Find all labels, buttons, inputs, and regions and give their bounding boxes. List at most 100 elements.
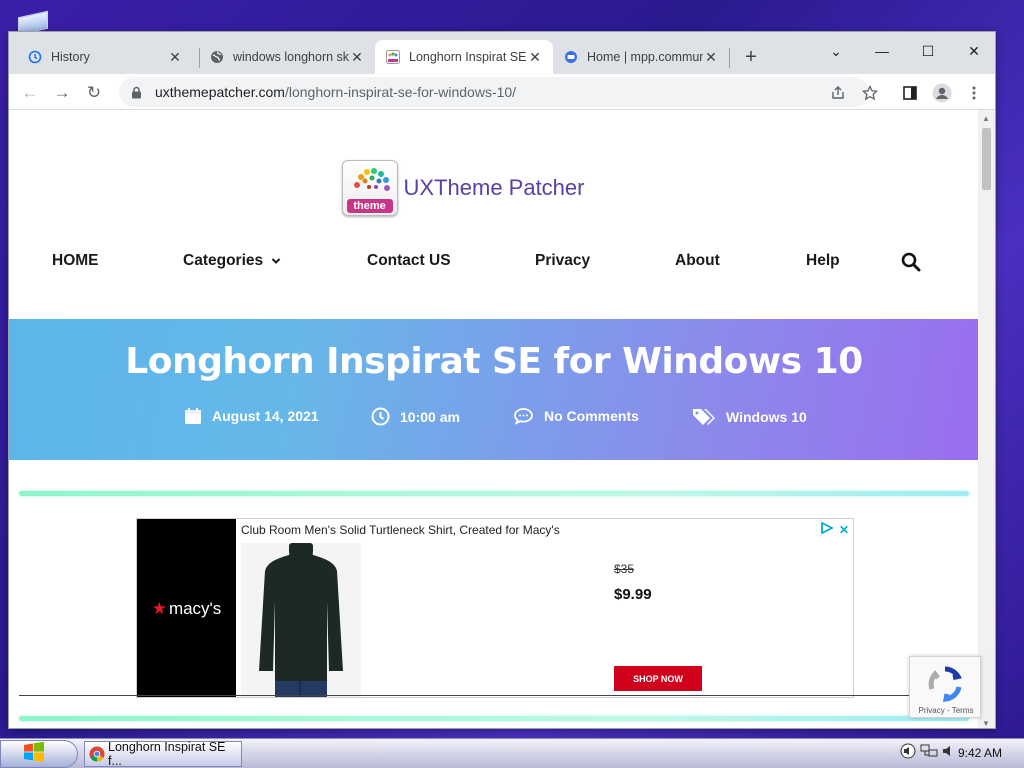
post-time: 10:00 am <box>371 407 460 426</box>
nav-privacy[interactable]: Privacy <box>535 252 590 270</box>
volume-icon[interactable] <box>900 743 916 762</box>
back-button[interactable]: ← <box>17 80 43 106</box>
main-navigation: HOME Categories Contact US Privacy About… <box>9 252 979 276</box>
nav-categories-label: Categories <box>183 252 264 269</box>
tab-close-icon[interactable]: ✕ <box>703 49 719 66</box>
post-category-text[interactable]: Windows 10 <box>726 409 807 425</box>
adchoices-icon[interactable] <box>821 521 834 539</box>
ad-title[interactable]: Club Room Men's Solid Turtleneck Shirt, … <box>241 523 560 537</box>
tab-separator <box>729 48 730 68</box>
ad-brand-text: macy's <box>168 599 222 618</box>
windows-logo-icon <box>23 741 45 767</box>
nav-home[interactable]: HOME <box>52 252 99 270</box>
chevron-down-icon <box>271 253 281 268</box>
side-panel-icon[interactable] <box>899 82 921 104</box>
page-scrollbar[interactable]: ▲ ▼ <box>978 110 995 728</box>
search-icon[interactable] <box>901 252 921 277</box>
scroll-down-icon[interactable]: ▼ <box>982 719 990 728</box>
web-page: theme UXTheme Patcher HOME Categories Co… <box>9 110 979 728</box>
macys-logo[interactable]: ★ macy's <box>137 519 236 697</box>
minimize-button[interactable]: — <box>859 38 905 64</box>
new-tab-button[interactable]: + <box>737 44 765 72</box>
macys-star-icon: ★ <box>151 599 167 618</box>
tab-close-icon[interactable]: ✕ <box>349 49 365 66</box>
recaptcha-links[interactable]: Privacy - Terms <box>910 706 982 715</box>
address-bar[interactable]: uxthemepatcher.com/longhorn-inspirat-se-… <box>119 77 869 107</box>
browser-toolbar: ← → ↻ uxthemepatcher.com/longhorn-inspir… <box>9 74 995 110</box>
close-window-button[interactable]: ✕ <box>951 38 995 64</box>
tab-mpp-community[interactable]: Home | mpp.commun ✕ <box>553 40 729 74</box>
clock-icon <box>371 407 390 426</box>
recaptcha-icon <box>926 665 964 708</box>
post-header: Longhorn Inspirat SE for Windows 10 Augu… <box>9 319 979 460</box>
tab-close-icon[interactable]: ✕ <box>527 49 543 66</box>
nav-contact-us[interactable]: Contact US <box>367 252 451 270</box>
advertisement[interactable]: ★ macy's Club Room Men's Solid Turtleneck… <box>136 518 854 698</box>
nav-about[interactable]: About <box>675 252 720 270</box>
tab-windows-longhorn[interactable]: windows longhorn sk ✕ <box>199 40 375 74</box>
system-clock[interactable]: 9:42 AM <box>958 746 1002 760</box>
scroll-up-icon[interactable]: ▲ <box>982 114 990 123</box>
decorative-divider <box>19 491 969 496</box>
nav-categories[interactable]: Categories <box>183 252 281 270</box>
tags-icon <box>692 407 716 427</box>
site-name: UXTheme Patcher <box>403 175 585 200</box>
recaptcha-badge[interactable]: Privacy - Terms <box>909 656 981 718</box>
url-domain: uxthemepatcher.com <box>155 84 285 100</box>
url-text: uxthemepatcher.com/longhorn-inspirat-se-… <box>155 84 516 100</box>
ad-close-icon[interactable]: ✕ <box>839 523 849 537</box>
calendar-icon <box>184 407 202 425</box>
site-logo[interactable]: theme UXTheme Patcher <box>9 160 979 216</box>
ad-sale-price: $9.99 <box>614 586 652 603</box>
tab-label: Longhorn Inspirat SE <box>409 50 527 64</box>
start-button[interactable] <box>0 740 78 768</box>
decorative-divider <box>19 716 969 721</box>
reload-button[interactable]: ↻ <box>81 80 107 106</box>
post-category: Windows 10 <box>692 407 807 427</box>
tab-label: windows longhorn sk <box>233 50 349 64</box>
tab-label: Home | mpp.commun <box>587 50 703 64</box>
forward-button[interactable]: → <box>49 80 75 106</box>
scrollbar-thumb[interactable] <box>982 128 991 190</box>
site-favicon <box>385 49 401 65</box>
url-path: /longhorn-inspirat-se-for-windows-10/ <box>284 84 517 100</box>
taskbar-chrome-button[interactable]: Longhorn Inspirat SE f... <box>84 740 242 768</box>
bookmark-star-icon[interactable] <box>859 82 881 104</box>
share-icon[interactable] <box>827 82 849 104</box>
ad-controls: ✕ <box>821 521 849 539</box>
system-tray: 9:42 AM <box>900 743 1002 762</box>
nav-help[interactable]: Help <box>806 252 840 270</box>
logo-badge-text: theme <box>346 199 393 213</box>
divider-line <box>19 695 969 696</box>
taskbar-button-label: Longhorn Inspirat SE f... <box>108 740 226 768</box>
history-icon <box>27 49 43 65</box>
network-icon[interactable] <box>920 743 938 762</box>
forum-favicon <box>563 49 579 65</box>
product-image[interactable] <box>241 543 361 697</box>
maximize-button[interactable]: ☐ <box>905 38 951 64</box>
profile-avatar-icon[interactable] <box>931 82 953 104</box>
chrome-icon <box>89 746 105 762</box>
tab-close-icon[interactable]: ✕ <box>167 49 183 66</box>
post-time-text: 10:00 am <box>400 408 460 425</box>
logo-badge: theme <box>341 160 398 216</box>
globe-icon <box>209 49 225 65</box>
post-comments-text[interactable]: No Comments <box>544 408 639 424</box>
tab-label: History <box>51 50 90 64</box>
tab-longhorn-inspirat[interactable]: Longhorn Inspirat SE ✕ <box>375 40 553 74</box>
taskbar: Longhorn Inspirat SE f... 9:42 AM <box>0 738 1024 768</box>
speaker-icon[interactable] <box>942 744 954 761</box>
tab-strip: History ✕ windows longhorn sk ✕ Longhorn… <box>9 32 995 74</box>
lock-icon[interactable] <box>131 86 143 99</box>
post-comments: No Comments <box>513 407 639 425</box>
post-date: August 14, 2021 <box>184 407 319 425</box>
tab-history[interactable]: History ✕ <box>17 40 193 74</box>
shop-now-button[interactable]: SHOP NOW <box>614 666 702 691</box>
post-title: Longhorn Inspirat SE for Windows 10 <box>125 341 863 382</box>
menu-kebab-icon[interactable] <box>963 82 985 104</box>
post-date-text[interactable]: August 14, 2021 <box>212 408 319 424</box>
ad-original-price: $35 <box>614 562 635 576</box>
comment-bubble-icon <box>513 407 534 425</box>
tab-search-button[interactable]: ⌄ <box>813 38 859 64</box>
browser-window: History ✕ windows longhorn sk ✕ Longhorn… <box>8 31 996 729</box>
